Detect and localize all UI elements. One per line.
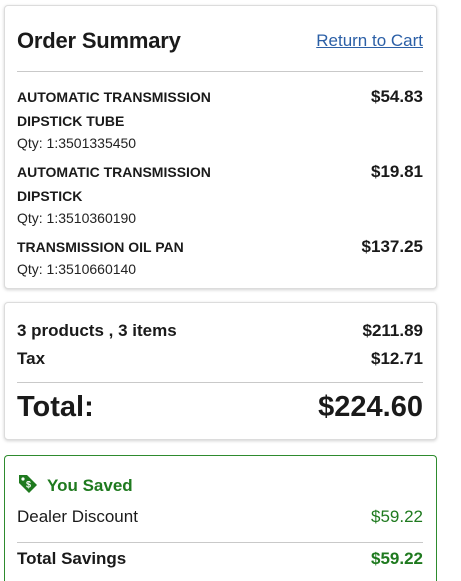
order-summary-card: Order Summary Return to Cart AUTOMATIC T… [4, 5, 437, 289]
item-name: TRANSMISSION OIL PAN [17, 235, 247, 259]
item-name-line: DIPSTICK TUBE [17, 113, 125, 129]
item-price: $19.81 [371, 162, 423, 181]
item-price: $137.25 [361, 237, 423, 256]
total-label: Total: [17, 391, 94, 423]
dealer-discount-label: Dealer Discount [17, 507, 138, 526]
total-savings-label: Total Savings [17, 549, 127, 568]
item-price: $54.83 [371, 87, 423, 106]
you-saved-label: You Saved [47, 475, 133, 495]
item-name-line: AUTOMATIC TRANSMISSION [17, 164, 211, 180]
dealer-discount-row: Dealer Discount $59.22 [17, 507, 423, 527]
divider [17, 542, 423, 543]
products-count-label: 3 products , 3 items [17, 321, 177, 340]
item-qty: Qty: 1:3510360190 [17, 210, 137, 226]
svg-text:$: $ [26, 480, 31, 490]
order-summary-header: Order Summary Return to Cart [17, 28, 423, 54]
divider [17, 382, 423, 383]
line-item: AUTOMATIC TRANSMISSION DIPSTICK TUBE $54… [17, 85, 423, 153]
return-to-cart-link[interactable]: Return to Cart [316, 31, 423, 51]
item-name: AUTOMATIC TRANSMISSION DIPSTICK TUBE [17, 85, 247, 133]
item-name-line: AUTOMATIC TRANSMISSION [17, 89, 211, 105]
you-saved-heading: $ You Saved [17, 472, 133, 499]
item-name-line: DIPSTICK [17, 188, 83, 204]
divider [17, 71, 423, 72]
dealer-discount-value: $59.22 [371, 507, 423, 526]
item-name: AUTOMATIC TRANSMISSION DIPSTICK [17, 160, 247, 208]
item-qty: Qty: 1:3501335450 [17, 135, 137, 151]
line-item: TRANSMISSION OIL PAN $137.25 Qty: 1:3510… [17, 235, 423, 279]
item-qty: Qty: 1:3510660140 [17, 261, 137, 277]
line-item: AUTOMATIC TRANSMISSION DIPSTICK $19.81 Q… [17, 160, 423, 228]
total-row: Total: $224.60 [17, 391, 423, 424]
savings-card: $ You Saved Dealer Discount $59.22 Total… [4, 455, 437, 581]
subtotal-row: 3 products , 3 items $211.89 [17, 321, 423, 341]
subtotal-value: $211.89 [362, 321, 423, 340]
price-tag-icon: $ [17, 472, 39, 499]
item-name-line: TRANSMISSION OIL PAN [17, 239, 184, 255]
total-savings-row: Total Savings $59.22 [17, 549, 423, 569]
order-summary-title: Order Summary [17, 28, 181, 53]
totals-card: 3 products , 3 items $211.89 Tax $12.71 … [4, 302, 437, 440]
tax-row: Tax $12.71 [17, 349, 423, 369]
total-value: $224.60 [318, 391, 423, 423]
total-savings-value: $59.22 [371, 549, 423, 568]
tax-value: $12.71 [371, 349, 423, 368]
tax-label: Tax [17, 349, 46, 368]
